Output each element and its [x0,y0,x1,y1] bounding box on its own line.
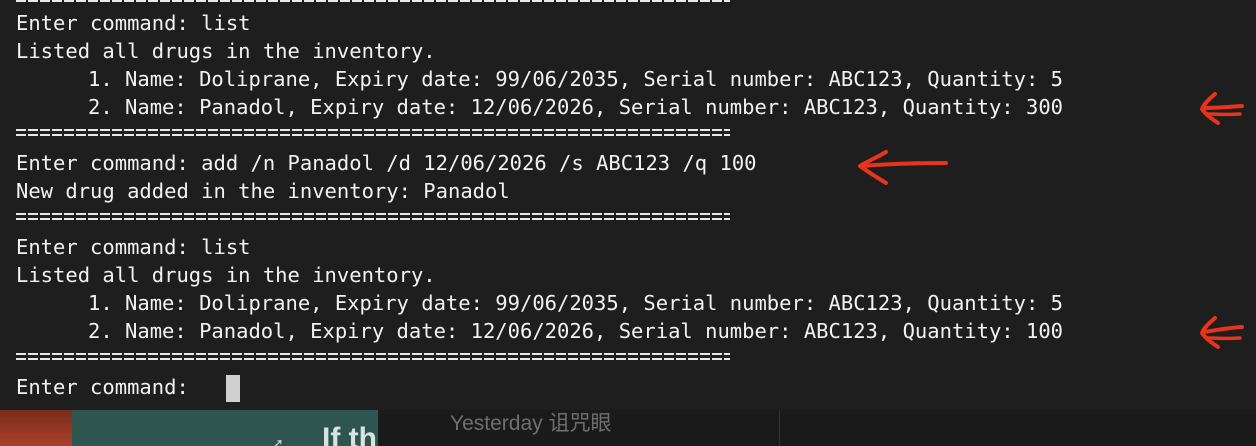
terminal-line-drug-item: 2. Name: Panadol, Expiry date: 12/06/202… [88,319,1064,343]
text-cursor [226,375,240,402]
separator-line [16,212,730,222]
arrow-annotation-quantity-300 [1200,92,1244,125]
separator-line [16,128,730,138]
terminal-line-command: Enter command: list [16,11,251,35]
arrow-annotation-quantity-100 [1200,316,1244,349]
background-thumbnail[interactable]: ➚ If the al [72,410,378,446]
terminal-line-output: Listed all drugs in the inventory. [16,39,436,63]
arrow-icon: ➚ [272,436,284,446]
terminal-line-command: Enter command: list [16,235,251,259]
separator-line [16,352,730,362]
terminal-line-output: New drug added in the inventory: Panadol [16,179,510,203]
terminal-line-output: Listed all drugs in the inventory. [16,263,436,287]
background-window-text: If the al [322,422,378,446]
background-window[interactable]: Yesterday 诅咒眼 [380,410,780,446]
separator-line [16,0,730,4]
terminal-line-drug-item: 2. Name: Panadol, Expiry date: 12/06/202… [88,95,1064,119]
terminal-prompt[interactable]: Enter command: [16,373,201,401]
terminal-line-drug-item: 1. Name: Doliprane, Expiry date: 99/06/2… [88,291,1064,315]
background-window-text: Yesterday 诅咒眼 [450,412,612,435]
arrow-annotation-add-command [858,150,948,185]
background-window[interactable] [780,410,1256,446]
terminal-line-drug-item: 1. Name: Doliprane, Expiry date: 99/06/2… [88,67,1064,91]
background-thumbnail[interactable] [0,410,72,446]
background-windows-strip: ➚ If the al Yesterday 诅咒眼 [0,410,1256,446]
terminal-line-command: Enter command: add /n Panadol /d 12/06/2… [16,151,757,175]
terminal-window[interactable]: Enter command: list Listed all drugs in … [0,0,1256,410]
